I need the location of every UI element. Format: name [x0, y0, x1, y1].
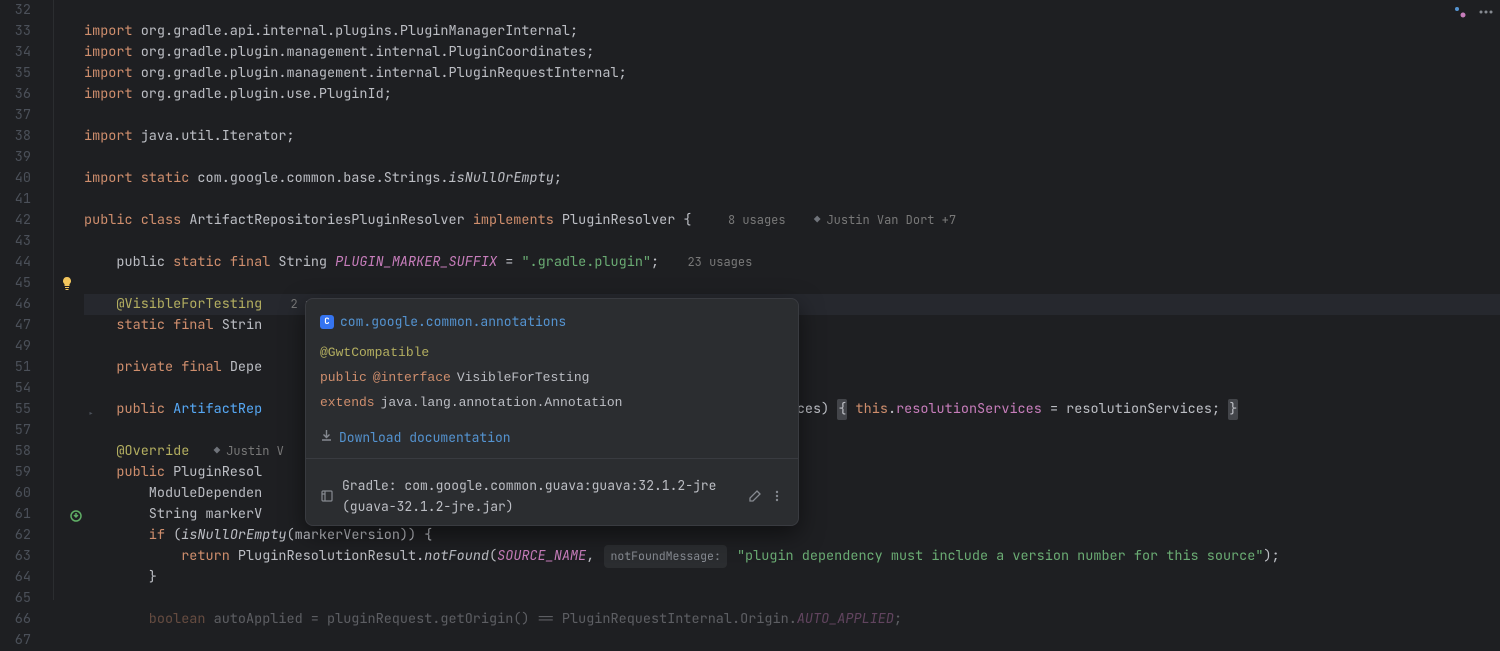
line-number: 59: [8, 462, 31, 483]
more-vertical-icon[interactable]: [770, 488, 784, 504]
line-number-gutter: 3233343536373839404142434445464749515455…: [0, 0, 54, 600]
popup-footer-text: Gradle: com.google.common.guava:guava:32…: [342, 475, 732, 517]
code-line: boolean autoApplied = pluginRequest.getO…: [84, 609, 1500, 630]
line-number: 38: [8, 126, 31, 147]
usages-hint[interactable]: 23 usages: [683, 252, 756, 273]
usages-hint[interactable]: 8 usages: [724, 210, 790, 231]
line-number: 36: [8, 84, 31, 105]
class-icon: C: [320, 315, 334, 329]
line-number: 39: [8, 147, 31, 168]
line-number: 66: [8, 609, 31, 630]
person-icon: ◆: [814, 210, 821, 231]
popup-download-row[interactable]: Download documentation: [306, 425, 798, 450]
line-number: 61: [8, 504, 31, 525]
line-number: 37: [8, 105, 31, 126]
author-hint[interactable]: Justin V: [222, 441, 288, 462]
popup-signature: extends java.lang.annotation.Annotation: [306, 390, 798, 415]
code-line: public class ArtifactRepositoriesPluginR…: [84, 210, 1500, 231]
code-line: public static final String PLUGIN_MARKER…: [84, 252, 1500, 273]
line-number: 62: [8, 525, 31, 546]
code-line: [84, 147, 1500, 168]
code-line: [84, 588, 1500, 609]
line-number: 54: [8, 378, 31, 399]
line-number: 45: [8, 273, 31, 294]
line-number: 67: [8, 630, 31, 651]
line-number: 60: [8, 483, 31, 504]
line-number: 47: [8, 315, 31, 336]
line-number: 46: [8, 294, 31, 315]
library-icon: [320, 489, 334, 503]
line-number: 63: [8, 546, 31, 567]
code-line: import static com.google.common.base.Str…: [84, 168, 1500, 189]
code-line: [84, 105, 1500, 126]
code-line: import org.gradle.api.internal.plugins.P…: [84, 21, 1500, 42]
line-number: 34: [8, 42, 31, 63]
code-line: [84, 0, 1500, 21]
gutter-icons-column: ▸: [54, 0, 80, 600]
popup-footer: Gradle: com.google.common.guava:guava:32…: [306, 467, 798, 525]
author-hint[interactable]: Justin Van Dort +7: [822, 210, 960, 231]
quick-doc-popup[interactable]: C com.google.common.annotations @GwtComp…: [305, 298, 799, 526]
line-number: 57: [8, 420, 31, 441]
download-icon: [320, 427, 333, 448]
code-line: [84, 189, 1500, 210]
line-number: 43: [8, 231, 31, 252]
line-number: 65: [8, 588, 31, 609]
code-line: }: [84, 567, 1500, 588]
line-number: 64: [8, 567, 31, 588]
code-area[interactable]: import org.gradle.api.internal.plugins.P…: [80, 0, 1500, 600]
line-number: 51: [8, 357, 31, 378]
line-number: 55: [8, 399, 31, 420]
edit-icon[interactable]: [748, 488, 762, 504]
line-number: 42: [8, 210, 31, 231]
line-number: 33: [8, 21, 31, 42]
parameter-hint: notFoundMessage:: [604, 545, 726, 568]
line-number: 44: [8, 252, 31, 273]
popup-package-row: C com.google.common.annotations: [306, 309, 798, 334]
intention-bulb-icon[interactable]: [60, 276, 74, 290]
popup-signature: public @interface VisibleForTesting: [306, 365, 798, 390]
line-number: 58: [8, 441, 31, 462]
code-line: return PluginResolutionResult.notFound(S…: [84, 546, 1500, 567]
line-number: 35: [8, 63, 31, 84]
line-number: 40: [8, 168, 31, 189]
code-line: import java.util.Iterator;: [84, 126, 1500, 147]
popup-signature: @GwtCompatible: [306, 340, 798, 365]
popup-package-link[interactable]: com.google.common.annotations: [340, 311, 566, 332]
code-line: import org.gradle.plugin.use.PluginId;: [84, 84, 1500, 105]
code-line: if (isNullOrEmpty(markerVersion)) {: [84, 525, 1500, 546]
editor: 3233343536373839404142434445464749515455…: [0, 0, 1500, 600]
line-number: 32: [8, 0, 31, 21]
line-number: 49: [8, 336, 31, 357]
code-line: import org.gradle.plugin.management.inte…: [84, 63, 1500, 84]
code-line: [84, 231, 1500, 252]
line-number: 41: [8, 189, 31, 210]
code-line: import org.gradle.plugin.management.inte…: [84, 42, 1500, 63]
code-line: [84, 273, 1500, 294]
person-icon: ◆: [214, 441, 221, 462]
